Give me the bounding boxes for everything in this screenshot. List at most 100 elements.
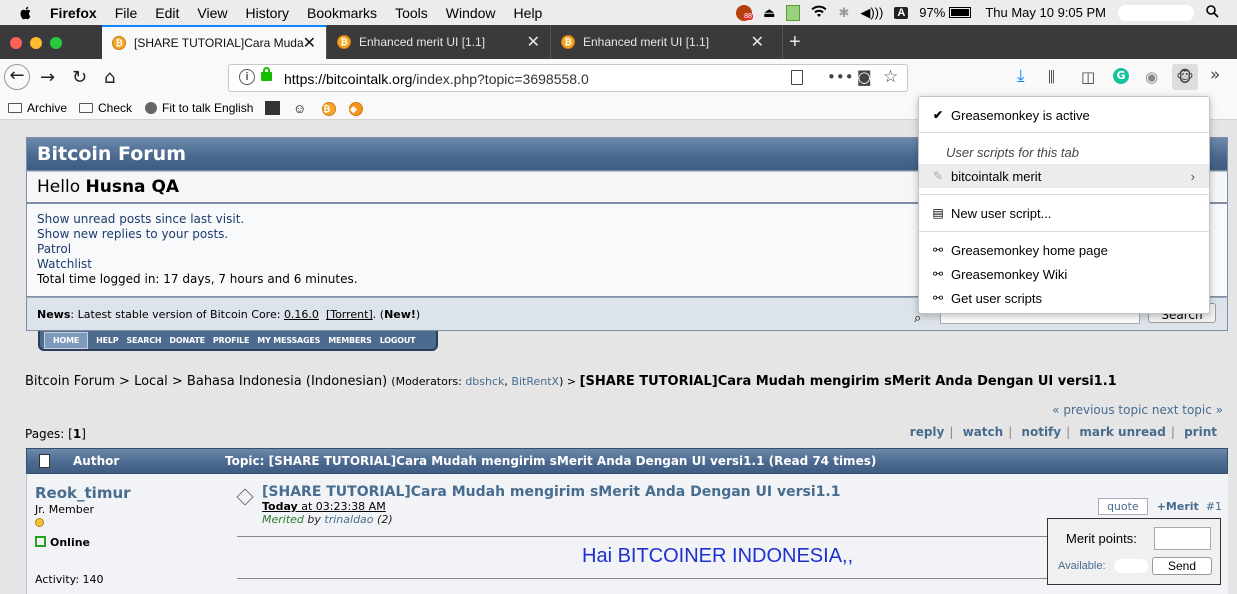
- news-torrent-link[interactable]: [Torrent]: [326, 308, 373, 321]
- menu-app-name[interactable]: Firefox: [50, 5, 97, 21]
- gm-new-user-script[interactable]: ▤ New user script...: [919, 201, 1209, 225]
- library-icon[interactable]: ⫼: [1048, 68, 1055, 86]
- gm-toggle-active[interactable]: ✔ Greasemonkey is active: [919, 103, 1209, 127]
- battery-percent[interactable]: 97%: [919, 5, 945, 20]
- downloads-icon[interactable]: ⤓: [1017, 66, 1025, 86]
- menu-tab-help[interactable]: HELP: [96, 336, 119, 345]
- action-mark-unread[interactable]: mark unread: [1079, 425, 1166, 439]
- page-current[interactable]: 1: [73, 427, 81, 441]
- menu-view[interactable]: View: [197, 5, 227, 21]
- merit-send-button[interactable]: Send: [1152, 557, 1212, 575]
- merit-button[interactable]: +Merit: [1157, 500, 1199, 513]
- merited-label: Merited: [262, 513, 304, 526]
- tablet-icon[interactable]: [786, 4, 801, 21]
- reader-view-icon[interactable]: [791, 70, 803, 85]
- menu-file[interactable]: File: [115, 5, 138, 21]
- grammarly-icon[interactable]: G: [1113, 68, 1129, 84]
- greasemonkey-icon[interactable]: 🐵: [1172, 64, 1198, 90]
- menu-tab-home[interactable]: HOME: [44, 331, 89, 349]
- author-name[interactable]: Reok_timur: [35, 484, 131, 502]
- window-minimize-button[interactable]: [30, 37, 42, 49]
- bluetooth-icon[interactable]: ✱: [838, 5, 849, 21]
- menu-tab-search[interactable]: SEARCH: [126, 336, 161, 345]
- moderators-prefix: (Moderators:: [391, 375, 466, 388]
- post-number[interactable]: #1: [1206, 500, 1222, 513]
- close-tab-icon[interactable]: ✕: [527, 32, 540, 52]
- tab-share-tutorial[interactable]: ₿ [SHARE TUTORIAL]Cara Mudah ✕: [102, 25, 326, 59]
- gm-get-scripts-link[interactable]: ⚯ Get user scripts: [919, 286, 1209, 310]
- menu-edit[interactable]: Edit: [155, 5, 179, 21]
- gm-wiki-link[interactable]: ⚯ Greasemonkey Wiki: [919, 262, 1209, 286]
- bookmark-check[interactable]: Check: [79, 101, 132, 115]
- sidebar-icon[interactable]: ◫: [1081, 68, 1095, 86]
- home-button[interactable]: ⌂: [104, 67, 115, 88]
- menu-tools[interactable]: Tools: [395, 5, 428, 21]
- news-version-link[interactable]: 0.16.0: [284, 308, 319, 321]
- close-tab-icon[interactable]: ✕: [751, 32, 764, 52]
- merit-points-input[interactable]: [1154, 527, 1211, 550]
- action-reply[interactable]: reply: [910, 425, 945, 439]
- merited-user-link[interactable]: trinaldao: [324, 513, 373, 526]
- tab-enhanced-merit-2[interactable]: ₿ Enhanced merit UI [1.1] ✕: [550, 25, 774, 59]
- menu-tab-messages[interactable]: MY MESSAGES: [257, 336, 320, 345]
- spotlight-search-icon[interactable]: [1206, 4, 1219, 21]
- breadcrumb-path[interactable]: Bitcoin Forum > Local > Bahasa Indonesia…: [25, 374, 391, 389]
- moderator-link[interactable]: dbshck: [465, 375, 504, 388]
- volume-icon[interactable]: ◀︎))): [860, 5, 883, 21]
- greasemonkey-popup: ✔ Greasemonkey is active User scripts for…: [918, 96, 1210, 314]
- overflow-menu-icon[interactable]: »: [1210, 65, 1220, 85]
- clock[interactable]: Thu May 10 9:05 PM: [985, 5, 1106, 20]
- notification-badge-icon[interactable]: 88: [736, 4, 753, 21]
- tab-enhanced-merit-1[interactable]: ₿ Enhanced merit UI [1.1] ✕: [326, 25, 550, 59]
- url-bar[interactable]: i https://bitcointalk.org/index.php?topi…: [228, 64, 908, 92]
- quote-button[interactable]: quote: [1097, 498, 1148, 515]
- post-title[interactable]: [SHARE TUTORIAL]Cara Mudah mengirim sMer…: [262, 484, 1017, 500]
- reload-button[interactable]: ↻: [72, 67, 87, 88]
- forward-button[interactable]: →: [40, 67, 55, 88]
- apple-icon[interactable]: [18, 5, 34, 21]
- action-print[interactable]: print: [1184, 425, 1217, 439]
- menu-help[interactable]: Help: [514, 5, 543, 21]
- extension-icon[interactable]: ◉: [1145, 68, 1158, 86]
- url-text[interactable]: https://bitcointalk.org/index.php?topic=…: [284, 71, 589, 87]
- wifi-icon[interactable]: [811, 5, 827, 21]
- gm-wiki-label: Greasemonkey Wiki: [951, 266, 1068, 282]
- bookmark-star-icon[interactable]: ☆: [883, 67, 898, 87]
- prev-next-topic[interactable]: « previous topic next topic »: [1052, 403, 1223, 417]
- window-zoom-button[interactable]: [50, 37, 62, 49]
- pocket-icon[interactable]: ◙: [857, 68, 872, 86]
- menu-history[interactable]: History: [245, 5, 289, 21]
- bookmark-archive[interactable]: Archive: [8, 101, 67, 115]
- post-content: [SHARE TUTORIAL]Cara Mudah mengirim sMer…: [236, 484, 1057, 579]
- menu-tab-logout[interactable]: LOGOUT: [380, 336, 416, 345]
- eject-icon[interactable]: ⏏: [763, 5, 775, 21]
- battery-icon[interactable]: [949, 7, 972, 18]
- menu-bookmarks[interactable]: Bookmarks: [307, 5, 377, 21]
- input-source-icon[interactable]: A: [894, 6, 909, 19]
- bookmark-fit-to-talk[interactable]: Fit to talk English: [145, 101, 253, 115]
- moderator-link[interactable]: BitRentX: [511, 375, 559, 388]
- page-actions-icon[interactable]: •••: [827, 68, 854, 86]
- window-close-button[interactable]: [10, 37, 22, 49]
- menu-tab-profile[interactable]: PROFILE: [213, 336, 250, 345]
- bookmark-tool-icon[interactable]: [265, 101, 280, 115]
- close-tab-icon[interactable]: ✕: [303, 33, 316, 53]
- forum-title[interactable]: Bitcoin Forum: [37, 143, 186, 165]
- menu-window[interactable]: Window: [446, 5, 496, 21]
- menu-tab-members[interactable]: MEMBERS: [328, 336, 372, 345]
- action-watch[interactable]: watch: [963, 425, 1004, 439]
- action-notify[interactable]: notify: [1021, 425, 1061, 439]
- bookmark-bitcoin-icon[interactable]: ₿: [322, 102, 336, 116]
- user-account-pill[interactable]: [1118, 4, 1194, 21]
- info-icon[interactable]: i: [239, 69, 255, 85]
- post-date-today: Today: [262, 500, 298, 513]
- gm-home-page-link[interactable]: ⚯ Greasemonkey home page: [919, 238, 1209, 262]
- bookmark-emoji-icon[interactable]: ☺: [293, 101, 306, 116]
- gm-script-bitcointalk-merit[interactable]: ✎ bitcointalk merit ›: [919, 164, 1209, 188]
- hello-prefix: Hello: [37, 177, 86, 197]
- bookmark-coin-icon[interactable]: ◈: [349, 102, 363, 116]
- bookmark-label: Fit to talk English: [162, 101, 254, 115]
- new-tab-button[interactable]: +: [782, 25, 801, 59]
- back-button[interactable]: ←: [4, 64, 30, 90]
- menu-tab-donate[interactable]: DONATE: [169, 336, 205, 345]
